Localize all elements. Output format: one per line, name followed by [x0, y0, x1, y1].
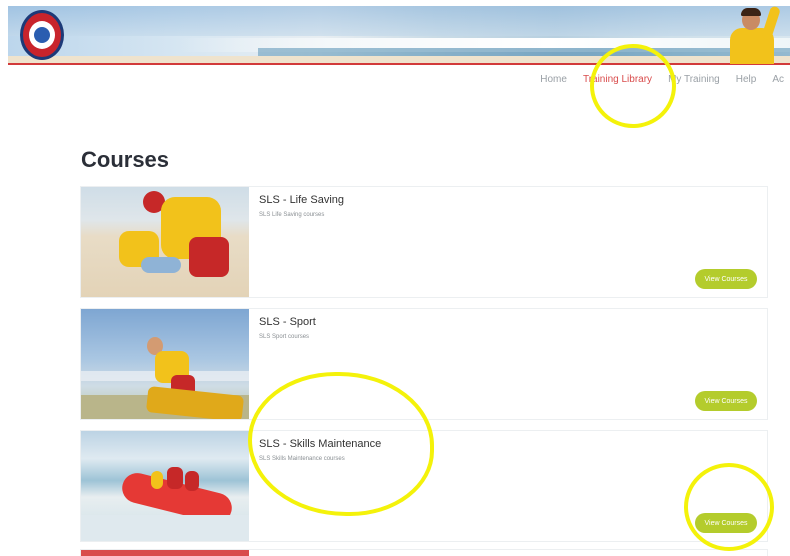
header-banner: [8, 6, 790, 64]
course-title[interactable]: SLS - Sport: [259, 316, 316, 328]
course-title[interactable]: SLS - Life Saving: [259, 194, 344, 206]
course-card-life-saving: SLS - Life Saving SLS Life Saving course…: [80, 186, 768, 298]
course-card-sport: SLS - Sport SLS Sport courses View Cours…: [80, 308, 768, 420]
main-nav: Home Training Library My Training Help A…: [540, 74, 784, 85]
course-subtitle: SLS Sport courses: [259, 334, 310, 340]
course-thumbnail-next: [81, 550, 249, 556]
lifeguard-image: [726, 6, 790, 64]
course-subtitle: SLS Skills Maintenance courses: [259, 456, 345, 462]
course-title[interactable]: SLS - Skills Maintenance: [259, 438, 381, 450]
nav-help[interactable]: Help: [736, 74, 757, 85]
course-thumbnail-skills-maintenance: [81, 431, 249, 541]
view-courses-button[interactable]: View Courses: [695, 269, 757, 289]
thumb-shorts: [189, 237, 229, 277]
nav-training-library[interactable]: Training Library: [583, 74, 652, 85]
thumb-foam: [81, 515, 249, 541]
header-divider: [8, 63, 790, 65]
page-title: Courses: [81, 147, 170, 172]
lifeguard-arm: [760, 6, 782, 41]
nav-my-training[interactable]: My Training: [668, 74, 720, 85]
course-card-next: [80, 549, 768, 556]
course-subtitle: SLS Life Saving courses: [259, 212, 325, 218]
logo-inner: [29, 21, 55, 49]
logo-core: [34, 27, 50, 43]
view-courses-button[interactable]: View Courses: [695, 391, 757, 411]
banner-sky: [8, 6, 790, 36]
thumb-blue-cloth: [141, 257, 181, 273]
lifeguard-hair: [741, 8, 761, 16]
thumb-crew-2: [185, 471, 199, 491]
thumb-crew-3: [151, 471, 163, 489]
course-card-skills-maintenance: SLS - Skills Maintenance SLS Skills Main…: [80, 430, 768, 542]
sls-logo[interactable]: [20, 10, 64, 60]
view-courses-button[interactable]: View Courses: [695, 513, 757, 533]
thumb-crew-1: [167, 467, 183, 489]
nav-account[interactable]: Ac: [772, 74, 784, 85]
course-thumbnail-sport: [81, 309, 249, 419]
course-thumbnail-life-saving: [81, 187, 249, 297]
nav-home[interactable]: Home: [540, 74, 567, 85]
